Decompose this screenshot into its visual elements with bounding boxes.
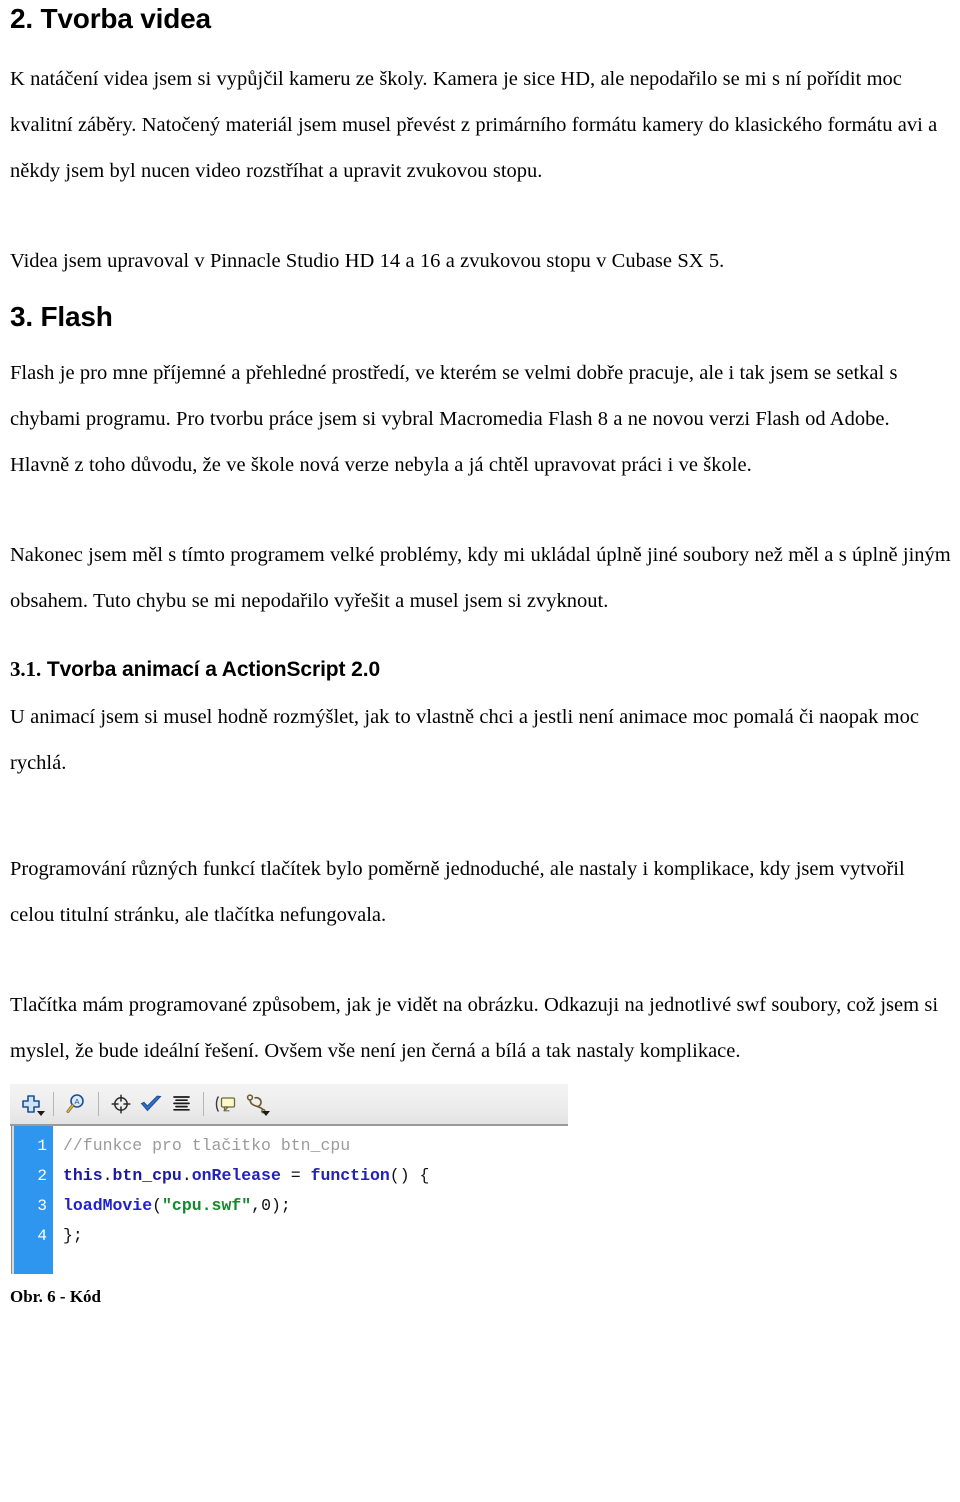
- editor-body: 1 2 3 4 //funkce pro tlačitko btn_cputhi…: [10, 1125, 568, 1274]
- line-number: 3: [37, 1196, 47, 1215]
- code-token: .: [181, 1165, 192, 1185]
- code-token: loadMovie: [63, 1195, 153, 1215]
- code-line: loadMovie("cpu.swf",0);: [63, 1191, 568, 1221]
- line-number-gutter: 1 2 3 4: [14, 1125, 53, 1274]
- debug-options-icon[interactable]: [241, 1089, 271, 1119]
- code-token: .: [102, 1165, 113, 1185]
- code-line: //funkce pro tlačitko btn_cpu: [63, 1131, 568, 1161]
- paragraph-button-programming: Programování různých funkcí tlačítek byl…: [10, 857, 905, 926]
- flash-actions-panel: A 1 2 3 4 //funkce pro tlačitko btn_cpu …: [10, 1083, 568, 1274]
- page-title: 2. Tvorba videa: [10, 3, 211, 34]
- add-item-icon[interactable]: [16, 1089, 46, 1119]
- heading-number: 3.1.: [10, 657, 42, 682]
- line-number: 2: [37, 1166, 47, 1185]
- code-token: btn_cpu: [112, 1165, 182, 1185]
- code-token: function: [310, 1165, 390, 1185]
- toolbar-separator: [53, 1091, 54, 1116]
- heading-text: Tvorba animací a ActionScript 2.0: [46, 658, 381, 682]
- code-token: //funkce pro tlačitko btn_cpu: [63, 1135, 351, 1155]
- figure-caption: Obr. 6 - Kód: [10, 1286, 102, 1306]
- figure-code-editor: A 1 2 3 4 //funkce pro tlačitko btn_cpu …: [10, 1083, 954, 1307]
- show-code-hint-icon[interactable]: [211, 1089, 241, 1119]
- code-token: onRelease: [191, 1165, 281, 1185]
- document-page: 2. Tvorba videa K natáčení videa jsem si…: [0, 3, 960, 1502]
- chevron-down-icon: [37, 1110, 45, 1116]
- svg-text:A: A: [74, 1097, 79, 1106]
- line-number: 4: [37, 1226, 47, 1245]
- code-token: ,: [251, 1195, 262, 1215]
- code-token: () {: [389, 1165, 430, 1185]
- paragraph-video-tools: Videa jsem upravoval v Pinnacle Studio H…: [10, 250, 725, 273]
- paragraph-animation-speed: U animací jsem si musel hodně rozmýšlet,…: [10, 705, 919, 774]
- code-line: this.btn_cpu.onRelease = function() {: [63, 1161, 568, 1191]
- find-replace-icon[interactable]: A: [61, 1089, 91, 1119]
- editor-toolbar: A: [10, 1083, 568, 1126]
- code-token: this: [63, 1165, 103, 1185]
- heading-animations-actionscript: 3.1. Tvorba animací a ActionScript 2.0: [10, 657, 954, 682]
- code-token: (: [152, 1195, 163, 1215]
- code-token: };: [63, 1225, 83, 1245]
- paragraph-video-intro: K natáčení videa jsem si vypůjčil kameru…: [10, 68, 938, 183]
- toolbar-separator: [203, 1091, 204, 1116]
- auto-format-icon[interactable]: [166, 1089, 196, 1119]
- check-syntax-icon[interactable]: [136, 1089, 166, 1119]
- code-token: "cpu.swf": [162, 1195, 252, 1215]
- chevron-down-icon: [262, 1110, 270, 1116]
- code-token: 0: [261, 1195, 271, 1215]
- paragraph-flash-env: Flash je pro mne příjemné a přehledné pr…: [10, 362, 898, 477]
- toolbar-separator: [98, 1091, 99, 1116]
- code-text-area[interactable]: //funkce pro tlačitko btn_cpu this.btn_cp…: [53, 1126, 568, 1274]
- code-line: };: [63, 1221, 568, 1251]
- heading-flash: 3. Flash: [10, 301, 113, 333]
- code-token: );: [270, 1195, 291, 1215]
- paragraph-flash-problems: Nakonec jsem měl s tímto programem velké…: [10, 544, 951, 613]
- paragraph-swf-links: Tlačítka mám programované způsobem, jak …: [10, 993, 939, 1062]
- target-insert-icon[interactable]: [106, 1089, 136, 1119]
- line-number: 1: [37, 1136, 47, 1155]
- code-token: =: [280, 1165, 311, 1185]
